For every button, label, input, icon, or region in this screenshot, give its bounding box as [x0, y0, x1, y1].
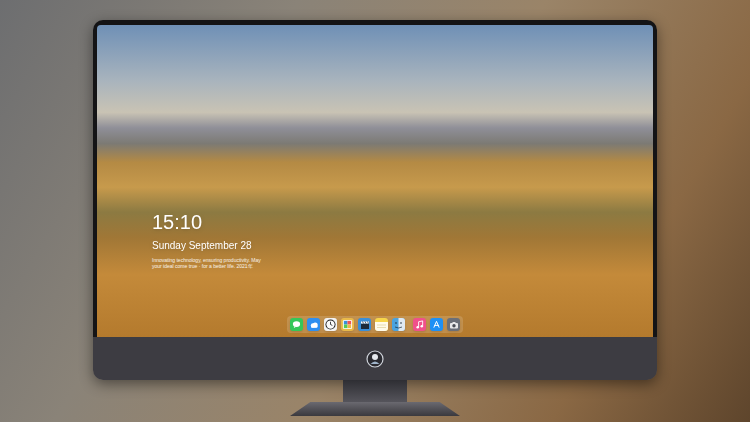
date: Sunday September 28 — [152, 239, 653, 252]
finder-app-icon[interactable] — [392, 318, 405, 331]
page-background: 15:10 Sunday September 28 Innovating techn… — [0, 0, 750, 422]
messages-app-icon[interactable] — [290, 318, 303, 331]
app-store-icon — [432, 320, 441, 329]
monitor-chin — [93, 337, 657, 380]
monitor-bezel: 15:10 Sunday September 28 Innovating techn… — [93, 20, 657, 337]
lock-screen: 15:10 Sunday September 28 Innovating techn… — [97, 25, 653, 337]
clapperboard-icon — [360, 320, 370, 330]
monitor-base — [290, 402, 460, 416]
lock-clock: 15:10 Sunday September 28 Innovating techn… — [97, 25, 653, 269]
caption: Innovating technology, ensuring producti… — [152, 257, 264, 269]
photos-icon — [342, 319, 353, 330]
clock-app-icon[interactable] — [324, 318, 337, 331]
notes-icon — [375, 318, 388, 331]
brand-logo-icon — [366, 350, 384, 368]
photos-app-icon[interactable] — [341, 318, 354, 331]
dock-section — [290, 318, 405, 331]
music-app-icon[interactable] — [413, 318, 426, 331]
clapper-app-icon[interactable] — [358, 318, 371, 331]
speech-bubble-icon — [292, 320, 301, 329]
music-note-icon — [415, 320, 424, 329]
finder-icon — [392, 318, 405, 331]
cloud-icon — [309, 320, 319, 330]
dock — [287, 316, 463, 333]
dock-section — [413, 318, 460, 331]
store-app-icon[interactable] — [430, 318, 443, 331]
notes-app-icon[interactable] — [375, 318, 388, 331]
time: 15:10 — [152, 211, 653, 233]
monitor: 15:10 Sunday September 28 Innovating techn… — [93, 20, 657, 380]
weather-app-icon[interactable] — [307, 318, 320, 331]
clock-face-icon — [325, 319, 336, 330]
camera-icon — [449, 320, 459, 330]
camera-app-icon[interactable] — [447, 318, 460, 331]
monitor-neck — [343, 380, 407, 402]
